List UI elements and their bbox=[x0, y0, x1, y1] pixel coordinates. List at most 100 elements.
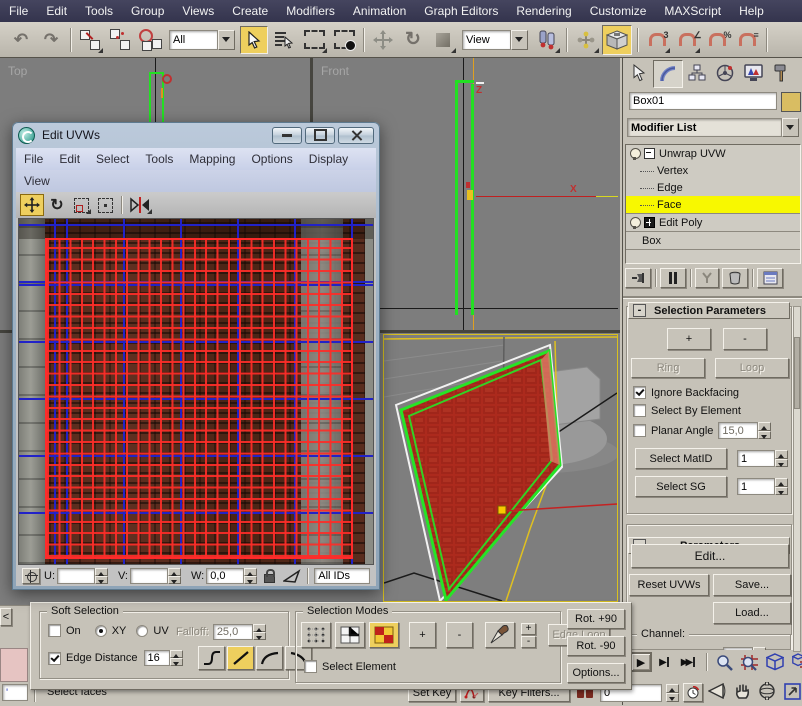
angle-snap-button[interactable]: ∠ bbox=[673, 26, 701, 54]
time-configuration-button[interactable] bbox=[683, 683, 703, 702]
falloff-spinner[interactable] bbox=[253, 624, 266, 640]
lock-icon[interactable] bbox=[263, 569, 275, 582]
menu-file[interactable]: File bbox=[0, 0, 37, 22]
close-button[interactable] bbox=[338, 127, 374, 144]
uv-scale-button[interactable] bbox=[70, 195, 92, 215]
undo-button[interactable]: ↶ bbox=[7, 26, 35, 54]
collapse-box-icon[interactable] bbox=[644, 148, 655, 159]
uv-freeform-button[interactable] bbox=[94, 195, 116, 215]
viewport-perspective[interactable] bbox=[383, 334, 618, 602]
expand-face-selection-button[interactable]: + bbox=[409, 622, 436, 648]
uv-face-selection-grid[interactable] bbox=[45, 238, 353, 559]
uv-rotate-button[interactable]: ↻ bbox=[46, 195, 68, 215]
uv-radio[interactable] bbox=[136, 625, 148, 637]
dialog-titlebar[interactable]: Edit UVWs bbox=[12, 122, 380, 148]
linear-falloff-button[interactable] bbox=[227, 646, 254, 670]
shrink-selection-button[interactable]: - bbox=[723, 328, 767, 350]
rotate-plus-90-button[interactable]: Rot. +90 bbox=[567, 609, 625, 629]
select-matid-button[interactable]: Select MatID bbox=[635, 448, 727, 469]
visibility-bulb-icon[interactable] bbox=[630, 148, 641, 159]
edit-uvws-button[interactable]: Edit... bbox=[631, 544, 789, 568]
selection-filter-dropdown[interactable]: All bbox=[169, 30, 235, 50]
material-id-filter[interactable]: All IDs bbox=[314, 568, 370, 584]
viewport-front-label[interactable]: Front bbox=[321, 64, 349, 78]
snap-toggle-3d-button[interactable]: 3 bbox=[643, 26, 671, 54]
dlg-menu-display[interactable]: Display bbox=[301, 148, 356, 170]
edge-mode-button[interactable] bbox=[335, 622, 365, 648]
viewport-top-label[interactable]: Top bbox=[8, 64, 27, 78]
panel-scrollbar[interactable] bbox=[793, 306, 801, 652]
select-sg-button[interactable]: Select SG bbox=[635, 476, 727, 497]
object-name-field[interactable]: Box01 bbox=[629, 92, 777, 110]
tab-modify[interactable] bbox=[653, 60, 683, 88]
menu-edit[interactable]: Edit bbox=[37, 0, 76, 22]
save-uvws-button[interactable]: Save... bbox=[713, 574, 791, 596]
dlg-menu-mapping[interactable]: Mapping bbox=[181, 148, 243, 170]
options-flyout-icon[interactable] bbox=[283, 569, 301, 583]
tab-utilities[interactable] bbox=[767, 60, 795, 86]
field-of-view-button[interactable] bbox=[706, 681, 728, 701]
zoom-extents-button[interactable] bbox=[763, 652, 787, 672]
next-frame-button[interactable]: ▶ bbox=[654, 652, 674, 672]
stack-row-edge[interactable]: Edge bbox=[626, 179, 800, 196]
edge-distance-checkbox[interactable] bbox=[48, 652, 61, 665]
select-element-checkbox[interactable] bbox=[304, 660, 317, 673]
ring-button[interactable]: Ring bbox=[631, 358, 705, 378]
tab-hierarchy[interactable] bbox=[683, 60, 711, 86]
menu-graph-editors[interactable]: Graph Editors bbox=[415, 0, 507, 22]
select-and-manipulate-button[interactable] bbox=[572, 26, 600, 54]
menu-customize[interactable]: Customize bbox=[581, 0, 656, 22]
dlg-menu-edit[interactable]: Edit bbox=[51, 148, 88, 170]
sg-spinner[interactable] bbox=[775, 478, 788, 495]
stack-row-unwrap-uvw[interactable]: Unwrap UVW bbox=[626, 145, 800, 162]
menu-maxscript[interactable]: MAXScript bbox=[655, 0, 730, 22]
dlg-menu-view[interactable]: View bbox=[16, 170, 58, 192]
paint-select-button[interactable] bbox=[485, 622, 515, 648]
bind-to-spacewarp-button[interactable] bbox=[136, 26, 164, 54]
map-channel-radio[interactable] bbox=[634, 649, 646, 650]
menu-views[interactable]: Views bbox=[173, 0, 223, 22]
menu-create[interactable]: Create bbox=[223, 0, 277, 22]
absolute-offset-toggle[interactable] bbox=[22, 568, 40, 584]
window-crossing-button[interactable] bbox=[330, 26, 358, 54]
select-and-rotate-button[interactable]: ↻ bbox=[399, 26, 427, 54]
select-by-element-checkbox[interactable] bbox=[633, 404, 646, 417]
percent-snap-button[interactable]: % bbox=[703, 26, 731, 54]
arc-rotate-button[interactable] bbox=[756, 681, 778, 701]
minimize-button[interactable] bbox=[272, 127, 302, 144]
reset-uvws-button[interactable]: Reset UVWs bbox=[629, 574, 709, 596]
rotate-minus-90-button[interactable]: Rot. -90 bbox=[567, 636, 625, 656]
planar-angle-checkbox[interactable] bbox=[633, 424, 646, 437]
snaps-toggle-button[interactable] bbox=[602, 25, 632, 55]
options-button[interactable]: Options... bbox=[567, 663, 625, 683]
coordinate-system-arrow[interactable] bbox=[511, 30, 528, 50]
modifier-list-arrow[interactable] bbox=[782, 118, 799, 137]
v-spinner[interactable] bbox=[168, 568, 181, 584]
dlg-menu-file[interactable]: File bbox=[16, 148, 51, 170]
stack-row-vertex[interactable]: Vertex bbox=[626, 162, 800, 179]
maximize-viewport-button[interactable] bbox=[781, 681, 802, 701]
u-value-field[interactable] bbox=[57, 568, 95, 584]
configure-modifier-sets-button[interactable] bbox=[757, 268, 783, 288]
time-spinner[interactable] bbox=[666, 684, 679, 702]
dlg-menu-options[interactable]: Options bbox=[243, 148, 300, 170]
maximize-button[interactable] bbox=[305, 127, 335, 144]
time-slider-fragment[interactable] bbox=[0, 648, 28, 682]
select-by-name-button[interactable] bbox=[270, 26, 298, 54]
show-end-result-button[interactable] bbox=[660, 268, 686, 288]
maxscript-mini-listener[interactable]: ' bbox=[2, 684, 28, 701]
reference-coordinate-dropdown[interactable]: View bbox=[462, 30, 528, 50]
zoom-all-button[interactable] bbox=[737, 652, 761, 672]
w-value-field[interactable]: 0,0 bbox=[206, 568, 244, 584]
selection-filter-arrow[interactable] bbox=[218, 30, 235, 50]
slow-falloff-button[interactable] bbox=[256, 646, 283, 670]
modifier-list-dropdown[interactable]: Modifier List bbox=[627, 118, 799, 137]
edge-distance-spinner[interactable] bbox=[170, 650, 183, 666]
stack-row-box[interactable]: Box bbox=[626, 231, 800, 249]
zoom-extents-all-button[interactable] bbox=[789, 652, 802, 672]
use-pivot-center-button[interactable] bbox=[533, 26, 561, 54]
selection-parameters-header[interactable]: - Selection Parameters bbox=[628, 302, 790, 319]
edge-distance-field[interactable]: 16 bbox=[144, 650, 170, 666]
tab-motion[interactable] bbox=[711, 60, 739, 86]
uv-editor-canvas[interactable] bbox=[18, 218, 374, 565]
